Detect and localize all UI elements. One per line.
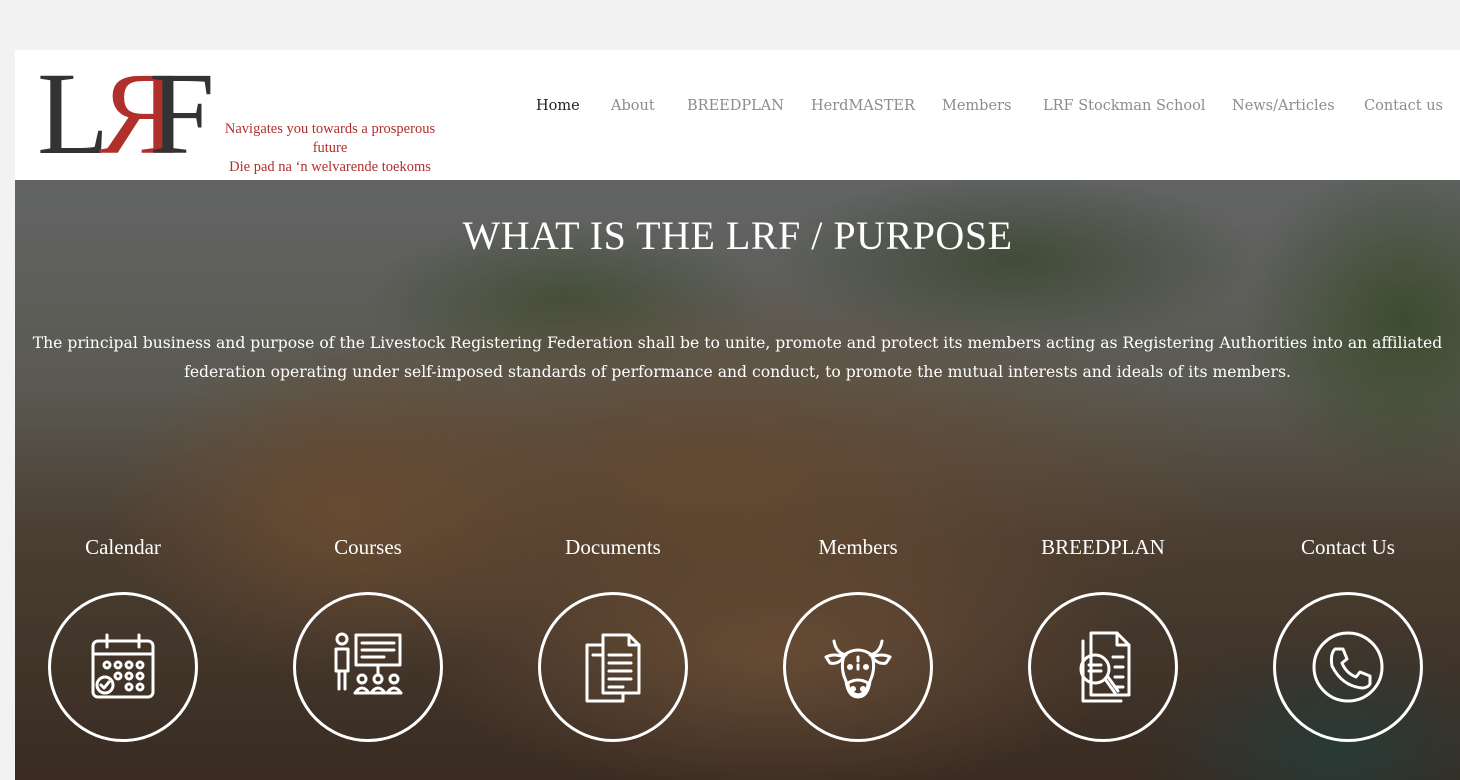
phone-icon [1312,631,1384,703]
hero-purpose-text: The principal business and purpose of th… [32,334,1443,381]
document-search-icon [1079,631,1131,703]
cow-head-icon [824,639,892,699]
tile-label-breedplan: BREEDPLAN [1041,535,1165,559]
page: L R F Navigates you towards a prosperous… [15,50,1460,780]
tile-documents[interactable]: Documents [513,534,713,754]
documents-icon [585,633,641,703]
tile-label-courses: Courses [334,535,402,559]
hero-overlay [15,180,1460,780]
nav-item-herdmaster[interactable]: HerdMASTER [811,98,915,114]
nav-item-about[interactable]: About [611,98,655,114]
tile-calendar[interactable]: Calendar [23,534,223,754]
logo-tagline: Navigates you towards a prosperous futur… [210,120,450,177]
tile-circle-members[interactable] [783,592,933,742]
nav-item-news-articles[interactable]: News/Articles [1232,98,1335,114]
hero-section: WHAT IS THE LRF / PURPOSE The principal … [15,180,1460,780]
tagline-afrikaans: Die pad na ‘n welvarende toekoms [229,159,431,175]
tile-circle-contact-us[interactable] [1273,592,1423,742]
site-header: L R F Navigates you towards a prosperous… [15,50,1460,180]
tile-members[interactable]: Members [758,534,958,754]
calendar-icon [91,633,155,699]
nav-item-stockman-school[interactable]: LRF Stockman School [1043,98,1205,114]
nav-item-home[interactable]: Home [536,98,580,114]
tile-label-contact-us: Contact Us [1301,535,1395,559]
tile-contact-us[interactable]: Contact Us [1248,534,1448,754]
tile-breedplan[interactable]: BREEDPLAN [1003,534,1203,754]
tile-courses[interactable]: Courses [268,534,468,754]
tile-circle-breedplan[interactable] [1028,592,1178,742]
tile-label-members: Members [818,535,898,559]
tile-label-documents: Documents [565,535,661,559]
tile-circle-documents[interactable] [538,592,688,742]
tile-label-calendar: Calendar [85,535,161,559]
tile-circle-courses[interactable] [293,592,443,742]
presentation-icon [334,632,403,695]
tagline-english: Navigates you towards a prosperous futur… [224,121,436,156]
lrf-logo[interactable]: L R F Navigates you towards a prosperous… [37,50,457,179]
nav-item-members[interactable]: Members [942,98,1011,114]
nav-item-contact-us[interactable]: Contact us [1364,98,1443,114]
logo-letter-f: F [149,50,215,179]
hero-title: WHAT IS THE LRF / PURPOSE [462,213,1013,258]
nav-item-breedplan[interactable]: BREEDPLAN [687,98,784,114]
tile-circle-calendar[interactable] [48,592,198,742]
